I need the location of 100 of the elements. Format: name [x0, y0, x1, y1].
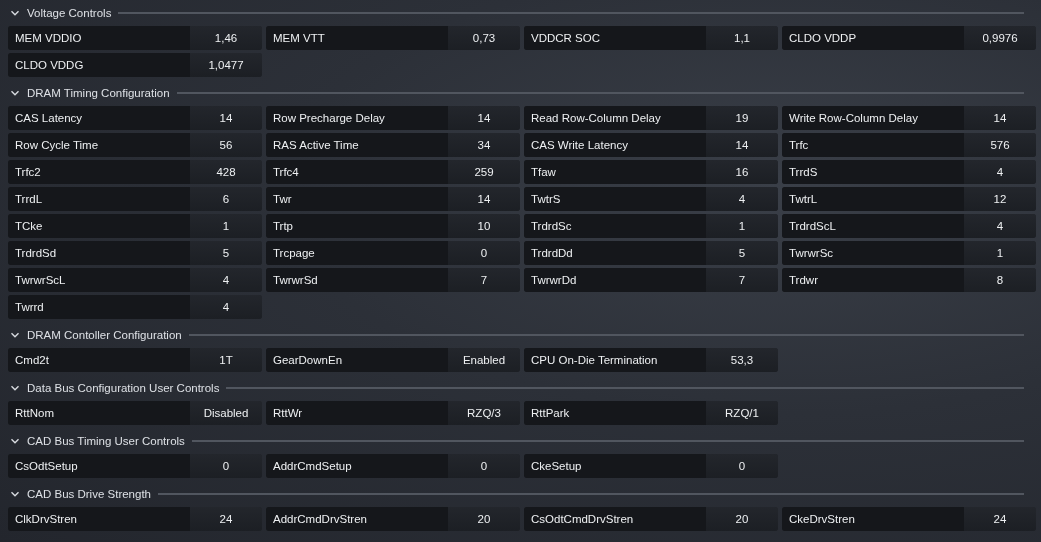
setting-label: CAS Write Latency [524, 133, 706, 157]
setting-label: Row Cycle Time [8, 133, 190, 157]
setting-value[interactable]: 14 [964, 106, 1036, 130]
setting-label: Tfaw [524, 160, 706, 184]
setting-value[interactable]: 14 [448, 106, 520, 130]
setting-label: CAS Latency [8, 106, 190, 130]
setting-value[interactable]: 24 [190, 507, 262, 531]
setting-value[interactable]: 0 [190, 454, 262, 478]
setting-label: VDDCR SOC [524, 26, 706, 50]
setting-label: TrdrdSc [524, 214, 706, 238]
setting-value[interactable]: RZQ/3 [448, 401, 520, 425]
chevron-icon[interactable] [10, 383, 20, 393]
setting-label: Trfc2 [8, 160, 190, 184]
setting-label: TrrdL [8, 187, 190, 211]
setting-value[interactable]: 7 [448, 268, 520, 292]
setting-label: AddrCmdDrvStren [266, 507, 448, 531]
setting-label: TrdrdScL [782, 214, 964, 238]
setting-value[interactable]: 20 [448, 507, 520, 531]
setting-value[interactable]: 4 [190, 268, 262, 292]
setting-label: TwrwrSd [266, 268, 448, 292]
setting-value[interactable]: 7 [706, 268, 778, 292]
setting-label: CPU On-Die Termination [524, 348, 706, 372]
setting-label: Read Row-Column Delay [524, 106, 706, 130]
setting-value[interactable]: 6 [190, 187, 262, 211]
setting-label: CLDO VDDG [8, 53, 190, 77]
setting-label: MEM VDDIO [8, 26, 190, 50]
setting-value[interactable]: 4 [964, 214, 1036, 238]
setting-label: Cmd2t [8, 348, 190, 372]
chevron-icon[interactable] [10, 8, 20, 18]
setting-value[interactable]: 4 [964, 160, 1036, 184]
setting-value[interactable]: 0,9976 [964, 26, 1036, 50]
setting-value[interactable]: 16 [706, 160, 778, 184]
setting-value[interactable]: 56 [190, 133, 262, 157]
setting-value[interactable]: 0,73 [448, 26, 520, 50]
setting-label: Trtp [266, 214, 448, 238]
setting-value[interactable]: 14 [190, 106, 262, 130]
setting-value[interactable]: 259 [448, 160, 520, 184]
setting-value[interactable]: 4 [190, 295, 262, 319]
setting-label: TwrwrSc [782, 241, 964, 265]
setting-label: CkeDrvStren [782, 507, 964, 531]
setting-label: TrdrdSd [8, 241, 190, 265]
setting-label: TwtrS [524, 187, 706, 211]
setting-value[interactable]: 0 [448, 454, 520, 478]
setting-value[interactable]: 1,1 [706, 26, 778, 50]
setting-label: CLDO VDDP [782, 26, 964, 50]
setting-label: GearDownEn [266, 348, 448, 372]
setting-value[interactable]: 12 [964, 187, 1036, 211]
setting-value[interactable]: 20 [706, 507, 778, 531]
setting-label: RttPark [524, 401, 706, 425]
setting-label: Twrrd [8, 295, 190, 319]
section-title: CAD Bus Drive Strength [27, 488, 151, 500]
setting-label: RttNom [8, 401, 190, 425]
setting-value[interactable]: 14 [706, 133, 778, 157]
setting-label: CsOdtSetup [8, 454, 190, 478]
setting-value[interactable]: 428 [190, 160, 262, 184]
setting-label: RttWr [266, 401, 448, 425]
setting-label: Trfc4 [266, 160, 448, 184]
setting-label: Write Row-Column Delay [782, 106, 964, 130]
setting-value[interactable]: 14 [448, 187, 520, 211]
setting-value[interactable]: 4 [706, 187, 778, 211]
setting-value[interactable]: 5 [706, 241, 778, 265]
setting-label: CkeSetup [524, 454, 706, 478]
setting-value[interactable]: 0 [706, 454, 778, 478]
setting-value[interactable]: 1 [964, 241, 1036, 265]
setting-label: TwtrL [782, 187, 964, 211]
setting-label: TrdrdDd [524, 241, 706, 265]
setting-label: Trdwr [782, 268, 964, 292]
section-title: CAD Bus Timing User Controls [27, 435, 185, 447]
setting-label: Trfc [782, 133, 964, 157]
chevron-icon[interactable] [10, 489, 20, 499]
setting-value[interactable]: 1,46 [190, 26, 262, 50]
setting-label: Row Precharge Delay [266, 106, 448, 130]
setting-label: MEM VTT [266, 26, 448, 50]
setting-label: Twr [266, 187, 448, 211]
setting-value[interactable]: Disabled [190, 401, 262, 425]
setting-value[interactable]: 19 [706, 106, 778, 130]
setting-value[interactable]: RZQ/1 [706, 401, 778, 425]
setting-value[interactable]: 8 [964, 268, 1036, 292]
section-title: Data Bus Configuration User Controls [27, 382, 220, 394]
setting-value[interactable]: 34 [448, 133, 520, 157]
setting-value[interactable]: 24 [964, 507, 1036, 531]
setting-label: TCke [8, 214, 190, 238]
setting-value[interactable]: 53,3 [706, 348, 778, 372]
setting-label: CsOdtCmdDrvStren [524, 507, 706, 531]
setting-value[interactable]: 10 [448, 214, 520, 238]
setting-value[interactable]: 1T [190, 348, 262, 372]
setting-value[interactable]: 576 [964, 133, 1036, 157]
chevron-icon[interactable] [10, 88, 20, 98]
setting-value[interactable]: 5 [190, 241, 262, 265]
setting-value[interactable]: Enabled [448, 348, 520, 372]
setting-label: TrrdS [782, 160, 964, 184]
setting-label: ClkDrvStren [8, 507, 190, 531]
section-title: DRAM Timing Configuration [27, 87, 170, 99]
chevron-icon[interactable] [10, 436, 20, 446]
setting-label: TwrwrScL [8, 268, 190, 292]
setting-value[interactable]: 1 [706, 214, 778, 238]
setting-value[interactable]: 1 [190, 214, 262, 238]
chevron-icon[interactable] [10, 330, 20, 340]
setting-value[interactable]: 1,0477 [190, 53, 262, 77]
setting-value[interactable]: 0 [448, 241, 520, 265]
